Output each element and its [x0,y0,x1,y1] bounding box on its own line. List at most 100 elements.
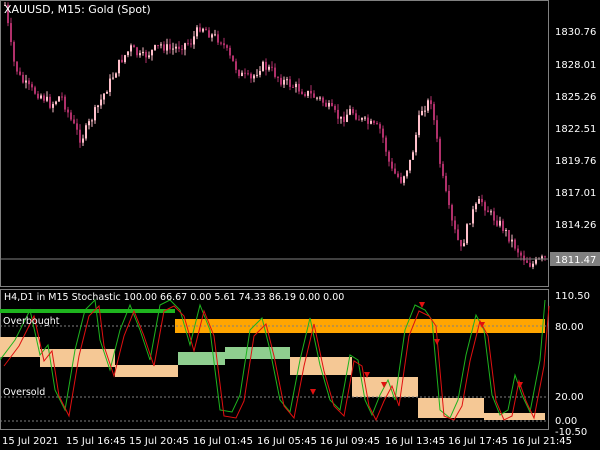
candle-body [526,260,528,263]
candle-body [61,96,63,98]
candle-body [478,198,480,204]
candle-body [88,121,90,126]
candle-body [259,70,261,75]
candle-body [520,252,522,256]
oversold-label: Oversold [3,387,45,398]
candle-body [241,72,243,77]
candle-body [412,152,414,160]
candle-body [73,119,75,124]
candle-body [130,45,132,52]
candle-body [421,111,423,116]
candle-body [325,102,327,107]
candle-body [514,239,516,249]
candle-body [274,67,276,77]
candle-body [454,220,456,230]
candle-body [433,104,435,121]
candle-body [55,101,57,105]
candle-body [355,113,357,120]
candle-body [166,44,168,51]
candle-body [226,45,228,48]
candle-body [70,112,72,120]
time-tick: 16 Jul 17:45 [448,436,508,447]
candle-body [352,109,354,114]
time-axis: 15 Jul 2021 15 Jul 16:45 15 Jul 20:45 16… [2,436,572,447]
candle-body [397,173,399,177]
candle-body [424,110,426,112]
candle-body [211,34,213,38]
candle-body [157,45,159,47]
candle-body [79,129,81,143]
candle-body [109,78,111,92]
candle-body [145,51,147,58]
indicator-axis: 110.50 80.00 20.00 0.00 -10.50 [555,291,590,438]
time-tick: 16 Jul 09:45 [320,436,380,447]
overbought-label: Overbought [3,316,60,327]
candle-body [220,42,222,44]
candle-body [448,190,450,206]
candle-body [532,263,534,267]
candle-body [490,211,492,213]
candle-body [439,138,441,164]
candle-body [313,93,315,98]
candle-body [319,97,321,99]
candle-body [58,96,60,102]
candle-body [238,69,240,77]
candle-body [19,71,21,75]
candle-body [283,79,285,85]
green-band-top [0,309,175,313]
time-tick: 16 Jul 21:45 [512,436,572,447]
candle-body [496,220,498,226]
candle-body [292,86,294,88]
candle-body [328,103,330,107]
candle-body [124,55,126,63]
candle-body [262,61,264,71]
candle-body [487,210,489,213]
time-tick: 16 Jul 01:45 [193,436,253,447]
candle-body [337,109,339,119]
chart-window[interactable]: XAUUSD, M15: Gold (Spot) 1830.76 1828.01… [0,0,600,450]
candle-body [511,239,513,242]
candle-body [418,115,420,135]
candle-body [76,123,78,130]
price-axis: 1830.76 1828.01 1825.26 1822.51 1819.76 … [550,27,600,266]
candle-body [43,95,45,101]
candle-body [148,55,150,58]
candle-body [286,79,288,81]
candle-body [85,125,87,139]
candle-body [541,256,543,259]
candle-body [499,220,501,226]
indicator-tick: 20.00 [555,392,584,403]
candle-body [46,96,48,101]
green-band-2 [225,347,290,359]
candle-body [52,104,54,108]
candle-body [151,49,153,56]
candle-body [307,90,309,96]
candle-body [298,83,300,92]
candle-body [160,44,162,46]
time-tick: 15 Jul 2021 [2,436,59,447]
chart-canvas[interactable]: XAUUSD, M15: Gold (Spot) 1830.76 1828.01… [0,0,600,450]
candle-body [370,120,372,124]
candle-body [451,205,453,221]
time-tick: 15 Jul 16:45 [66,436,126,447]
candle-body [394,168,396,174]
candle-body [289,79,291,87]
candle-body [103,93,105,100]
candle-body [169,44,171,50]
candle-body [112,77,114,79]
candle-body [349,109,351,115]
candle-body [484,202,486,211]
candle-body [277,76,279,78]
indicator-tick: 110.50 [555,291,590,302]
candle-body [184,43,186,50]
candle-body [244,72,246,74]
candle-body [106,91,108,94]
candle-body [367,117,369,124]
candle-body [316,97,318,99]
candle-body [475,203,477,210]
candle-body [34,87,36,94]
candle-body [361,117,363,120]
price-tick: 1817.01 [555,188,596,199]
candle-body [214,34,216,36]
candle-body [40,95,42,99]
